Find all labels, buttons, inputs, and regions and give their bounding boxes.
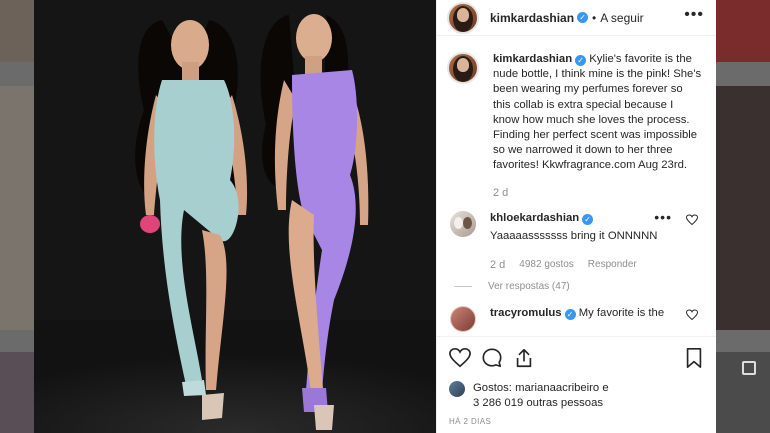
verified-badge-icon: ✓ bbox=[582, 213, 594, 225]
post-sidebar: kimkardashian ✓ • A seguir ••• kimkardas… bbox=[436, 0, 716, 433]
following-button[interactable]: A seguir bbox=[600, 11, 643, 25]
comments-section[interactable]: kimkardashian ✓ Kylie's favorite is the n… bbox=[437, 36, 716, 336]
post-photo[interactable] bbox=[34, 0, 436, 433]
comment-age: 2 d bbox=[490, 258, 506, 271]
bookmark-icon[interactable] bbox=[684, 347, 704, 369]
background-post-thumbnail[interactable] bbox=[0, 86, 34, 330]
comment-text: khloekardashian ✓ bbox=[490, 211, 665, 226]
post-modal: kimkardashian ✓ • A seguir ••• kimkardas… bbox=[34, 0, 716, 433]
caption-age: 2 d bbox=[493, 186, 509, 199]
view-replies-link[interactable]: Ver respostas (47) bbox=[488, 281, 665, 292]
share-icon[interactable] bbox=[513, 347, 535, 369]
liker-avatar[interactable] bbox=[449, 381, 465, 397]
comment-body-text: Yaaaaasssssss bring it ONNNNN bbox=[490, 229, 658, 242]
caption-text: kimkardashian ✓ Kylie's favorite is the n… bbox=[493, 52, 702, 174]
comment-item: khloekardashian ✓ Yaaaaasssssss bring it … bbox=[447, 209, 702, 292]
caption: kimkardashian ✓ Kylie's favorite is the n… bbox=[447, 52, 702, 199]
more-options-icon[interactable]: ••• bbox=[684, 6, 704, 26]
verified-badge-icon: ✓ bbox=[564, 308, 576, 320]
caption-body-text: Kylie's favorite is the nude bottle, I t… bbox=[493, 53, 702, 172]
comment-item: tracyromulus ✓ My favorite is the bbox=[447, 305, 702, 332]
comment-meta: 2 d 4982 gostos Responder bbox=[490, 259, 665, 271]
reply-button[interactable]: Responder bbox=[588, 259, 637, 271]
background-post-thumbnail[interactable] bbox=[0, 352, 34, 433]
likes-suffix: e bbox=[599, 382, 609, 394]
liker-username[interactable]: marianaacribeiro bbox=[515, 382, 599, 394]
post-header: kimkardashian ✓ • A seguir ••• bbox=[437, 0, 716, 36]
likes-text: Gostos: marianaacribeiro e 3 286 019 out… bbox=[473, 381, 609, 411]
comment-icon[interactable] bbox=[481, 347, 503, 369]
comment-like-heart-icon[interactable] bbox=[685, 213, 699, 231]
background-post-thumbnail[interactable] bbox=[716, 0, 770, 62]
comment-text: tracyromulus ✓ My favorite is the bbox=[490, 306, 665, 321]
likes-others-link[interactable]: 3 286 019 outras pessoas bbox=[473, 397, 603, 409]
comment-like-heart-icon[interactable] bbox=[685, 308, 699, 326]
caption-username[interactable]: kimkardashian bbox=[493, 53, 572, 65]
caption-avatar[interactable] bbox=[447, 52, 479, 84]
comment-more-icon[interactable]: ••• bbox=[654, 209, 672, 225]
comment-likes-count[interactable]: 4982 gostos bbox=[519, 259, 574, 271]
comment-username[interactable]: khloekardashian bbox=[490, 212, 579, 224]
verified-badge-icon: ✓ bbox=[575, 55, 587, 66]
background-post-thumbnail[interactable] bbox=[0, 0, 34, 62]
comment-body-text: My favorite is the bbox=[578, 306, 665, 319]
likes-summary: Gostos: marianaacribeiro e 3 286 019 out… bbox=[449, 381, 704, 411]
author-avatar[interactable] bbox=[447, 1, 479, 34]
comment-avatar[interactable] bbox=[450, 210, 476, 237]
post-footer: Gostos: marianaacribeiro e 3 286 019 out… bbox=[437, 336, 716, 433]
multiple-photos-icon bbox=[742, 361, 756, 375]
likes-prefix: Gostos: bbox=[473, 382, 516, 394]
author-username[interactable]: kimkardashian bbox=[490, 11, 574, 25]
heart-icon[interactable] bbox=[449, 347, 471, 369]
post-photo-illustration bbox=[34, 0, 436, 433]
comment-avatar[interactable] bbox=[450, 305, 476, 332]
verified-badge-icon: ✓ bbox=[577, 12, 589, 23]
separator-dot: • bbox=[592, 10, 597, 25]
post-timestamp[interactable]: HÁ 2 DIAS bbox=[449, 417, 704, 426]
action-bar bbox=[449, 345, 704, 371]
comment-username[interactable]: tracyromulus bbox=[490, 307, 562, 319]
background-post-thumbnail[interactable] bbox=[716, 86, 770, 330]
